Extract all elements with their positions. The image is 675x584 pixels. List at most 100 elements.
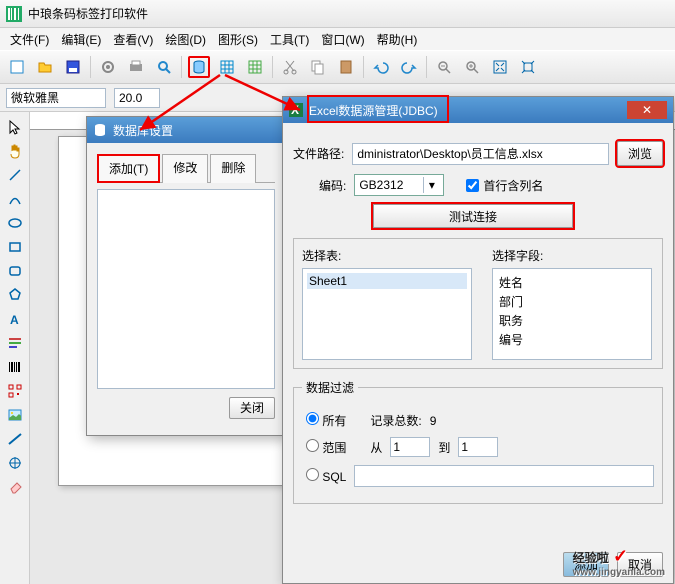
menu-tool[interactable]: 工具(T) (266, 31, 313, 48)
close-button[interactable]: 关闭 (229, 397, 275, 419)
db-tabs: 添加(T) 修改 删除 (97, 153, 275, 183)
text-icon[interactable]: A (4, 308, 26, 330)
app-icon (6, 6, 22, 22)
line2-icon[interactable] (4, 428, 26, 450)
total-value: 9 (430, 414, 437, 428)
check-icon: ✓ (613, 546, 628, 566)
richtext-icon[interactable] (4, 332, 26, 354)
image-icon[interactable] (4, 404, 26, 426)
database-dialog-title: 数据库设置 (87, 117, 285, 143)
fit-icon[interactable] (489, 56, 511, 78)
redo-icon[interactable] (398, 56, 420, 78)
gear-icon[interactable] (97, 56, 119, 78)
tab-modify[interactable]: 修改 (162, 154, 208, 183)
close-icon[interactable]: ✕ (627, 101, 667, 119)
zoomin-icon[interactable] (461, 56, 483, 78)
path-label: 文件路径: (293, 145, 344, 162)
copy-icon[interactable] (307, 56, 329, 78)
encoding-combo[interactable]: GB2312 ▾ (354, 174, 444, 196)
tables-listbox[interactable]: Sheet1 (302, 268, 472, 360)
menu-view[interactable]: 查看(V) (109, 31, 157, 48)
menu-file[interactable]: 文件(F) (6, 31, 53, 48)
save-icon[interactable] (62, 56, 84, 78)
grid-icon[interactable] (216, 56, 238, 78)
menu-window[interactable]: 窗口(W) (317, 31, 368, 48)
new-icon[interactable] (6, 56, 28, 78)
svg-text:A: A (10, 313, 19, 327)
separator (181, 56, 182, 78)
list-item[interactable]: Sheet1 (307, 273, 467, 289)
db-list[interactable] (97, 189, 275, 389)
ellipse-icon[interactable] (4, 212, 26, 234)
polygon-icon[interactable] (4, 284, 26, 306)
filter-all-radio[interactable]: 所有 (306, 412, 346, 429)
list-item[interactable]: 编号 (497, 330, 647, 349)
menu-shape[interactable]: 图形(S) (214, 31, 262, 48)
zoomout-icon[interactable] (433, 56, 455, 78)
chevron-down-icon: ▾ (423, 177, 439, 193)
firstrow-checkbox[interactable]: 首行含列名 (466, 177, 543, 194)
hand-icon[interactable] (4, 140, 26, 162)
from-label: 从 (370, 439, 382, 456)
filter-sql-radio[interactable]: SQL (306, 468, 346, 484)
eraser-icon[interactable] (4, 476, 26, 498)
encoding-label: 编码: (319, 177, 346, 194)
menu-help[interactable]: 帮助(H) (373, 31, 422, 48)
database-icon[interactable] (188, 56, 210, 78)
toolbar (0, 50, 675, 84)
qrcode-icon[interactable] (4, 380, 26, 402)
tool-palette: A (0, 112, 30, 584)
database-icon (93, 123, 107, 137)
roundrect-icon[interactable] (4, 260, 26, 282)
to-label: 到 (438, 439, 450, 456)
filter-range-radio[interactable]: 范围 (306, 439, 346, 456)
list-item[interactable]: 姓名 (497, 273, 647, 292)
window-titlebar: 中琅条码标签打印软件 (0, 0, 675, 28)
excel-dialog-title: Excel数据源管理(JDBC) (309, 102, 438, 119)
separator (426, 56, 427, 78)
grid2-icon[interactable] (244, 56, 266, 78)
total-label: 记录总数: (370, 412, 421, 429)
rect-icon[interactable] (4, 236, 26, 258)
preview-icon[interactable] (153, 56, 175, 78)
test-connection-button[interactable]: 测试连接 (373, 204, 573, 228)
browse-button[interactable]: 浏览 (617, 141, 663, 166)
separator (272, 56, 273, 78)
fit2-icon[interactable] (517, 56, 539, 78)
watermark: 经验啦 ✓ www.jingyanla.com (573, 546, 665, 578)
menu-edit[interactable]: 编辑(E) (57, 31, 105, 48)
print-icon[interactable] (125, 56, 147, 78)
tab-delete[interactable]: 删除 (210, 154, 256, 183)
excel-icon: X (289, 103, 303, 117)
sql-input[interactable] (354, 465, 654, 487)
list-item[interactable]: 职务 (497, 311, 647, 330)
database-dialog: 数据库设置 添加(T) 修改 删除 关闭 (86, 116, 286, 436)
paste-icon[interactable] (335, 56, 357, 78)
select-group: 选择表: Sheet1 选择字段: 姓名 部门 职务 编号 (293, 238, 663, 369)
select-field-label: 选择字段: (492, 247, 652, 264)
curve-icon[interactable] (4, 188, 26, 210)
excel-dialog-titlebar: X Excel数据源管理(JDBC) ✕ (283, 97, 673, 123)
undo-icon[interactable] (370, 56, 392, 78)
fields-listbox[interactable]: 姓名 部门 职务 编号 (492, 268, 652, 360)
path-input[interactable] (352, 143, 609, 165)
filter-legend: 数据过滤 (302, 379, 358, 396)
target-icon[interactable] (4, 452, 26, 474)
separator (90, 56, 91, 78)
to-input[interactable]: 1 (458, 437, 498, 457)
separator (363, 56, 364, 78)
list-item[interactable]: 部门 (497, 292, 647, 311)
font-input[interactable] (6, 88, 106, 108)
menu-draw[interactable]: 绘图(D) (161, 31, 210, 48)
tab-add[interactable]: 添加(T) (97, 154, 160, 183)
open-icon[interactable] (34, 56, 56, 78)
fontsize-input[interactable] (114, 88, 160, 108)
select-table-label: 选择表: (302, 247, 472, 264)
line-icon[interactable] (4, 164, 26, 186)
menubar: 文件(F) 编辑(E) 查看(V) 绘图(D) 图形(S) 工具(T) 窗口(W… (0, 28, 675, 50)
barcode-icon[interactable] (4, 356, 26, 378)
svg-text:X: X (291, 103, 299, 117)
pointer-icon[interactable] (4, 116, 26, 138)
from-input[interactable]: 1 (390, 437, 430, 457)
cut-icon[interactable] (279, 56, 301, 78)
